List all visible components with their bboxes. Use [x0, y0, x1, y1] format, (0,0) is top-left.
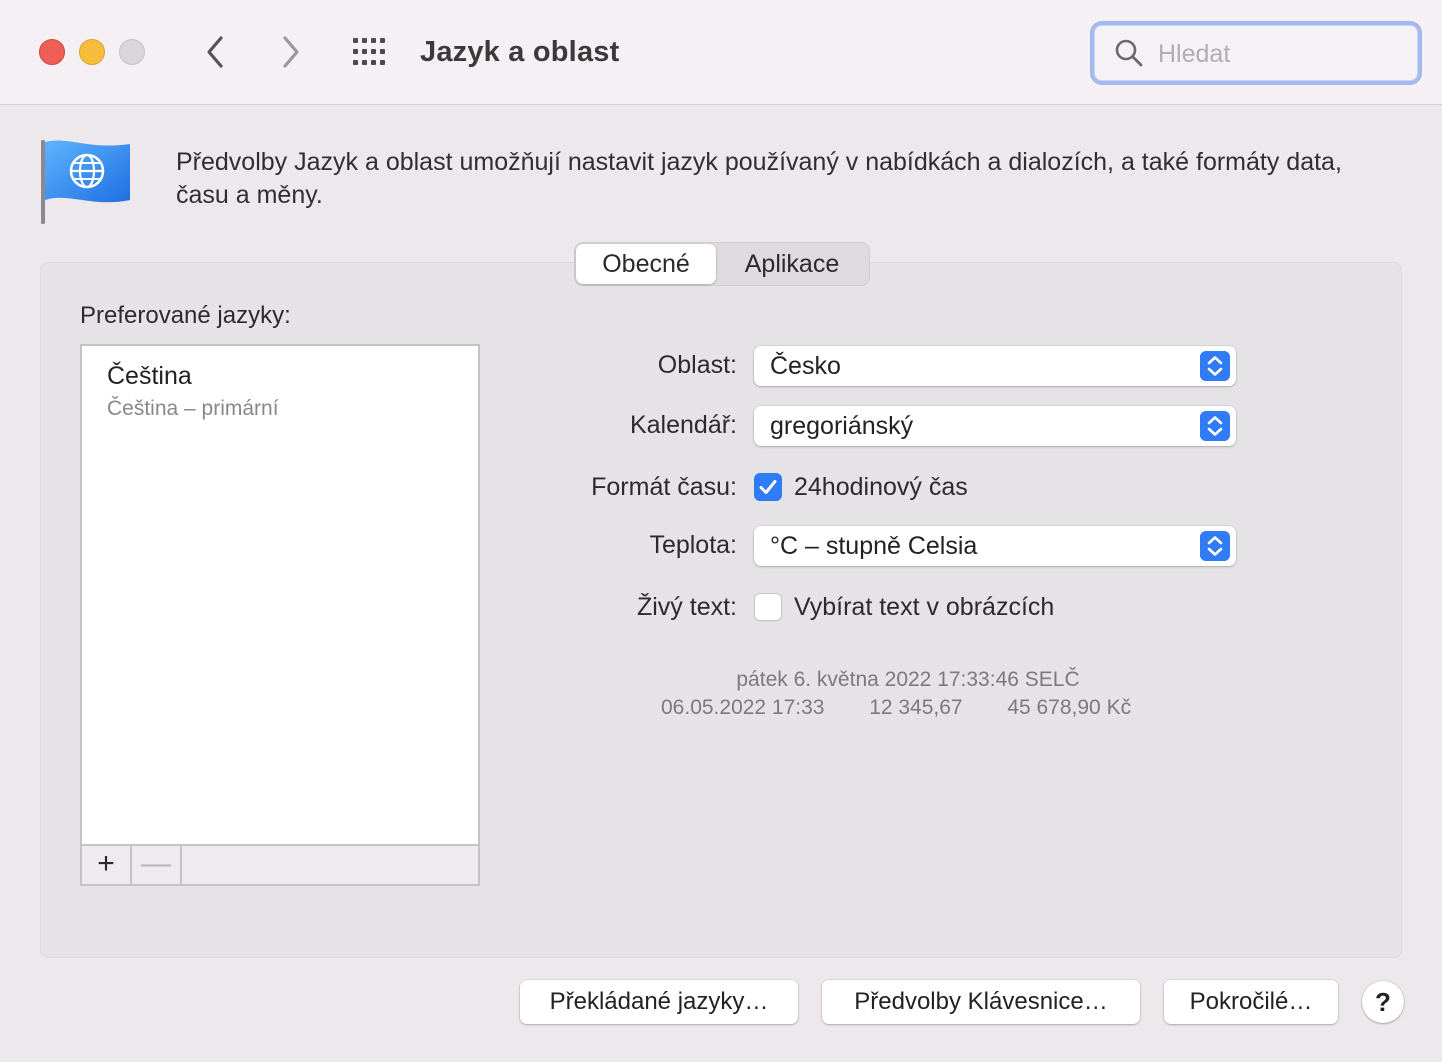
zoom-button[interactable]: [119, 39, 145, 65]
tab-general[interactable]: Obecné: [576, 244, 716, 284]
grid-icon: [353, 38, 385, 65]
calendar-label: Kalendář:: [629, 411, 737, 439]
search-field[interactable]: [1090, 21, 1422, 85]
translated-languages-button[interactable]: Překládané jazyky…: [520, 980, 798, 1024]
remove-language-button[interactable]: —: [132, 846, 182, 884]
region-popup[interactable]: Česko: [754, 346, 1236, 386]
temperature-popup[interactable]: °C – stupně Celsia: [754, 526, 1236, 566]
globe-flag-icon: [41, 140, 130, 224]
minimize-button[interactable]: [79, 39, 105, 65]
sample-formats: 06.05.2022 17:33 12 345,67 45 678,90 Kč: [661, 694, 1131, 722]
window-title: Jazyk a oblast: [420, 36, 620, 68]
close-button[interactable]: [39, 39, 65, 65]
search-input[interactable]: [1156, 36, 1400, 72]
show-all-button[interactable]: [352, 37, 392, 67]
title-bar: Jazyk a oblast: [0, 0, 1442, 105]
chevron-right-icon: [283, 36, 299, 68]
updown-chevron-icon: [1200, 351, 1230, 381]
help-button[interactable]: ?: [1362, 981, 1404, 1023]
temperature-value: °C – stupně Celsia: [770, 532, 978, 560]
region-label: Oblast:: [657, 351, 737, 379]
sample-date-long: pátek 6. května 2022 17:33:46 SELČ: [736, 668, 1080, 691]
temperature-label: Teplota:: [649, 531, 737, 559]
updown-chevron-icon: [1200, 411, 1230, 441]
preferred-languages-label: Preferované jazyky:: [80, 302, 291, 329]
sample-currency: 45 678,90 Kč: [1007, 696, 1132, 719]
updown-chevron-icon: [1200, 531, 1230, 561]
calendar-popup[interactable]: gregoriánský: [754, 406, 1236, 446]
keyboard-preferences-button[interactable]: Předvolby Klávesnice…: [822, 980, 1140, 1024]
language-subtitle: Čeština – primární: [107, 397, 279, 420]
search-icon: [1115, 39, 1143, 67]
region-value: Česko: [770, 352, 841, 380]
advanced-button[interactable]: Pokročilé…: [1164, 980, 1338, 1024]
tab-apps[interactable]: Aplikace: [719, 244, 865, 284]
live-text-label: Živý text:: [636, 593, 737, 621]
tab-bar: Obecné Aplikace: [574, 242, 870, 286]
live-text-checkbox[interactable]: [754, 593, 782, 621]
list-toolbar: + —: [82, 844, 478, 884]
back-button[interactable]: [196, 32, 236, 72]
add-language-button[interactable]: +: [82, 846, 132, 884]
chevron-left-icon: [207, 36, 223, 68]
24h-time-label[interactable]: 24hodinový čas: [794, 471, 968, 503]
language-name: Čeština: [107, 362, 192, 390]
header-description: Předvolby Jazyk a oblast umožňují nastav…: [176, 148, 1342, 209]
preferences-window: Jazyk a oblast Předvolby Jazyk a oblast …: [0, 0, 1442, 1062]
calendar-value: gregoriánský: [770, 412, 914, 440]
language-list[interactable]: Čeština Čeština – primární + —: [80, 344, 480, 886]
sample-number: 12 345,67: [869, 696, 963, 719]
time-format-label: Formát času:: [591, 473, 737, 501]
24h-time-checkbox[interactable]: [754, 473, 782, 501]
forward-button[interactable]: [271, 32, 311, 72]
live-text-option-label[interactable]: Vybírat text v obrázcích: [794, 591, 1054, 623]
sample-datetime: 06.05.2022 17:33: [661, 696, 825, 719]
checkmark-icon: [759, 480, 777, 494]
